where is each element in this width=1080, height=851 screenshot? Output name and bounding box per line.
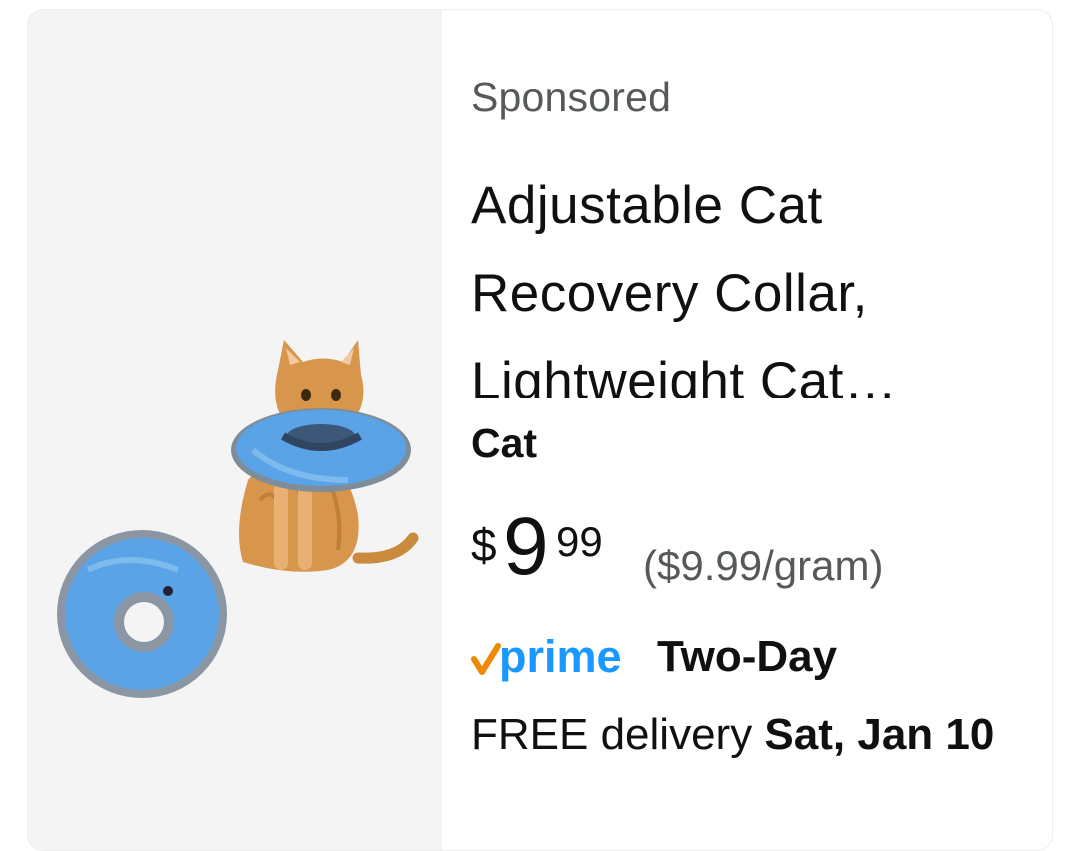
price-fraction: 99 [556,518,603,565]
collar-flat-icon [57,530,227,698]
prime-badge: prime Two-Day [471,628,1031,688]
brand-name: Cat [471,420,538,466]
unit-price: ($9.99/gram) [643,542,884,589]
prime-logo-icon: prime [471,631,622,682]
product-title-line[interactable]: Adjustable Cat [471,162,1011,250]
prime-delivery-speed: Two-Day [657,632,838,681]
price-whole: 9 [503,501,549,592]
product-title[interactable]: Adjustable Cat Recovery Collar, Lightwei… [471,162,1011,398]
collar-worn-icon [231,408,411,492]
cat-recovery-collar-image[interactable] [28,10,442,828]
sponsored-label: Sponsored [471,74,672,120]
prime-logo-text: prime [499,631,622,682]
product-card[interactable]: Sponsored Adjustable Cat Recovery Collar… [27,9,1053,851]
delivery-date: Sat, Jan 10 [764,710,995,759]
delivery-prefix: FREE delivery [471,710,765,759]
product-title-line[interactable]: Lightweight Cat… [471,338,1011,398]
product-title-line[interactable]: Recovery Collar, [471,250,1011,338]
price-symbol: $ [471,519,497,571]
product-image-panel[interactable] [28,10,442,850]
delivery-info: FREE delivery Sat, Jan 10 [471,700,1031,770]
